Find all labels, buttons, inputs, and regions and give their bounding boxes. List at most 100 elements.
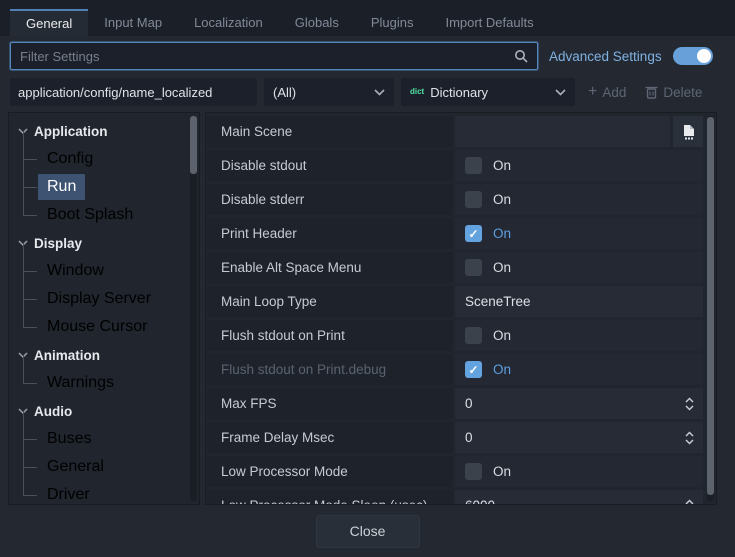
checkbox-disable-stderr[interactable] [465, 191, 482, 208]
spinbox-value: 6000 [465, 498, 495, 505]
checkbox-on-label: On [493, 158, 511, 173]
advanced-settings-toggle[interactable] [673, 47, 713, 65]
setting-row-print-header: Print Header✓On [207, 218, 703, 249]
setting-row-main-scene: Main Scene [207, 116, 703, 147]
close-button[interactable]: Close [316, 515, 420, 548]
tab-localization[interactable]: Localization [178, 9, 279, 36]
file-picker-button[interactable] [673, 116, 703, 147]
setting-label: Main Loop Type [207, 286, 453, 317]
tree-scrollbar-thumb[interactable] [190, 116, 197, 174]
tree-item-general[interactable]: General [38, 453, 199, 481]
checkbox-flush-stdout-on-print[interactable] [465, 327, 482, 344]
setting-label: Disable stderr [207, 184, 453, 215]
setting-row-main-loop-type: Main Loop TypeSceneTree [207, 286, 703, 317]
setting-row-low-processor-mode: Low Processor ModeOn [207, 456, 703, 487]
checkbox-on-label: On [493, 328, 511, 343]
setting-value: On [455, 456, 703, 487]
tab-bar: GeneralInput MapLocalizationGlobalsPlugi… [0, 0, 735, 36]
setting-value [455, 116, 703, 147]
spinbox-value: 0 [465, 396, 473, 411]
delete-button[interactable]: Delete [639, 78, 708, 106]
tree-item-label: Window [38, 258, 113, 284]
setting-value: On [455, 150, 703, 181]
tree-item-label: General [38, 454, 113, 480]
tree-items: ApplicationConfigRunBoot SplashDisplayWi… [9, 117, 199, 505]
tree-section-audio[interactable]: Audio [9, 397, 199, 425]
tab-input-map[interactable]: Input Map [88, 9, 178, 36]
chevron-down-icon [555, 89, 566, 96]
search-icon [514, 49, 528, 63]
filter-row: Filter Settings Advanced Settings [0, 40, 735, 72]
tab-globals[interactable]: Globals [279, 9, 355, 36]
delete-button-label: Delete [663, 85, 702, 100]
main-scene-path-input[interactable] [455, 116, 670, 147]
settings-rows: Main SceneDisable stdoutOnDisable stderr… [207, 116, 703, 505]
tree-item-driver[interactable]: Driver [38, 481, 199, 505]
feature-filter-dropdown[interactable]: (All) [264, 78, 394, 106]
setting-row-disable-stdout: Disable stdout On [207, 150, 703, 181]
tree-section-application[interactable]: Application [9, 117, 199, 145]
spinbox-updown-icon[interactable] [684, 431, 695, 445]
tree-item-label: Mouse Cursor [38, 314, 156, 340]
main-area: ApplicationConfigRunBoot SplashDisplayWi… [8, 112, 717, 505]
setting-value: On [455, 320, 703, 351]
setting-row-enable-alt-space-menu: Enable Alt Space MenuOn [207, 252, 703, 283]
checkbox-disable-stdout[interactable] [465, 157, 482, 174]
spinbox-value: 0 [465, 430, 473, 445]
checkbox-flush-stdout-on-print-debug[interactable]: ✓ [465, 361, 482, 378]
tab-import-defaults[interactable]: Import Defaults [429, 9, 549, 36]
add-button[interactable]: + Add [582, 78, 632, 106]
tree-children: BusesGeneralDriver [38, 425, 199, 505]
setting-value: On [455, 252, 703, 283]
dialog-footer: Close [0, 505, 735, 557]
tree-children: ConfigRunBoot Splash [38, 145, 199, 229]
filter-settings-input[interactable]: Filter Settings [10, 42, 538, 70]
tree-section-animation[interactable]: Animation [9, 341, 199, 369]
checkbox-enable-alt-space-menu[interactable] [465, 259, 482, 276]
settings-scrollbar-thumb[interactable] [707, 117, 714, 495]
tree-item-warnings[interactable]: Warnings [38, 369, 199, 397]
spinbox-low-processor-mode-sleep-usec[interactable]: 6000 [455, 490, 703, 505]
checkbox-on-label: On [493, 226, 511, 241]
tree-item-boot-splash[interactable]: Boot Splash [38, 201, 199, 229]
setting-row-flush-stdout-on-print: Flush stdout on PrintOn [207, 320, 703, 351]
tree-scrollbar[interactable] [190, 116, 197, 501]
tree-item-label: Buses [38, 426, 100, 452]
tree-item-window[interactable]: Window [38, 257, 199, 285]
add-button-label: Add [602, 85, 626, 100]
tab-general[interactable]: General [10, 9, 88, 36]
setting-row-max-fps: Max FPS 0 [207, 388, 703, 419]
setting-label: Low Processor Mode [207, 456, 453, 487]
setting-label: Frame Delay Msec [207, 422, 453, 453]
setting-label: Disable stdout [207, 150, 453, 181]
spinbox-updown-icon[interactable] [684, 397, 695, 411]
tree-item-run[interactable]: Run [38, 173, 199, 201]
tree-item-display-server[interactable]: Display Server [38, 285, 199, 313]
spinbox-frame-delay-msec[interactable]: 0 [455, 422, 703, 453]
tree-item-buses[interactable]: Buses [38, 425, 199, 453]
settings-scrollbar[interactable] [707, 116, 714, 501]
setting-label: Low Processor Mode Sleep (usec) [207, 490, 453, 505]
setting-label: Max FPS [207, 388, 453, 419]
type-dropdown[interactable]: dict Dictionary [401, 78, 575, 106]
tree-item-config[interactable]: Config [38, 145, 199, 173]
tree-item-label: Config [38, 146, 102, 172]
property-path-value: application/config/name_localized [18, 85, 212, 100]
settings-tree: ApplicationConfigRunBoot SplashDisplayWi… [8, 112, 200, 505]
tree-section-label: Audio [34, 404, 72, 419]
tree-item-mouse-cursor[interactable]: Mouse Cursor [38, 313, 199, 341]
setting-value: On [455, 184, 703, 215]
tree-section-display[interactable]: Display [9, 229, 199, 257]
trash-icon [645, 85, 658, 99]
setting-label: Enable Alt Space Menu [207, 252, 453, 283]
dictionary-type-icon: dict [410, 88, 424, 96]
text-field-main-loop-type[interactable]: SceneTree [455, 286, 703, 317]
checkbox-low-processor-mode[interactable] [465, 463, 482, 480]
property-path-input[interactable]: application/config/name_localized [10, 78, 257, 106]
project-settings-dialog: GeneralInput MapLocalizationGlobalsPlugi… [0, 0, 735, 557]
checkbox-print-header[interactable]: ✓ [465, 225, 482, 242]
spinbox-max-fps[interactable]: 0 [455, 388, 703, 419]
tab-plugins[interactable]: Plugins [355, 9, 430, 36]
tree-item-label: Warnings [38, 370, 123, 396]
tree-children: WindowDisplay ServerMouse Cursor [38, 257, 199, 341]
